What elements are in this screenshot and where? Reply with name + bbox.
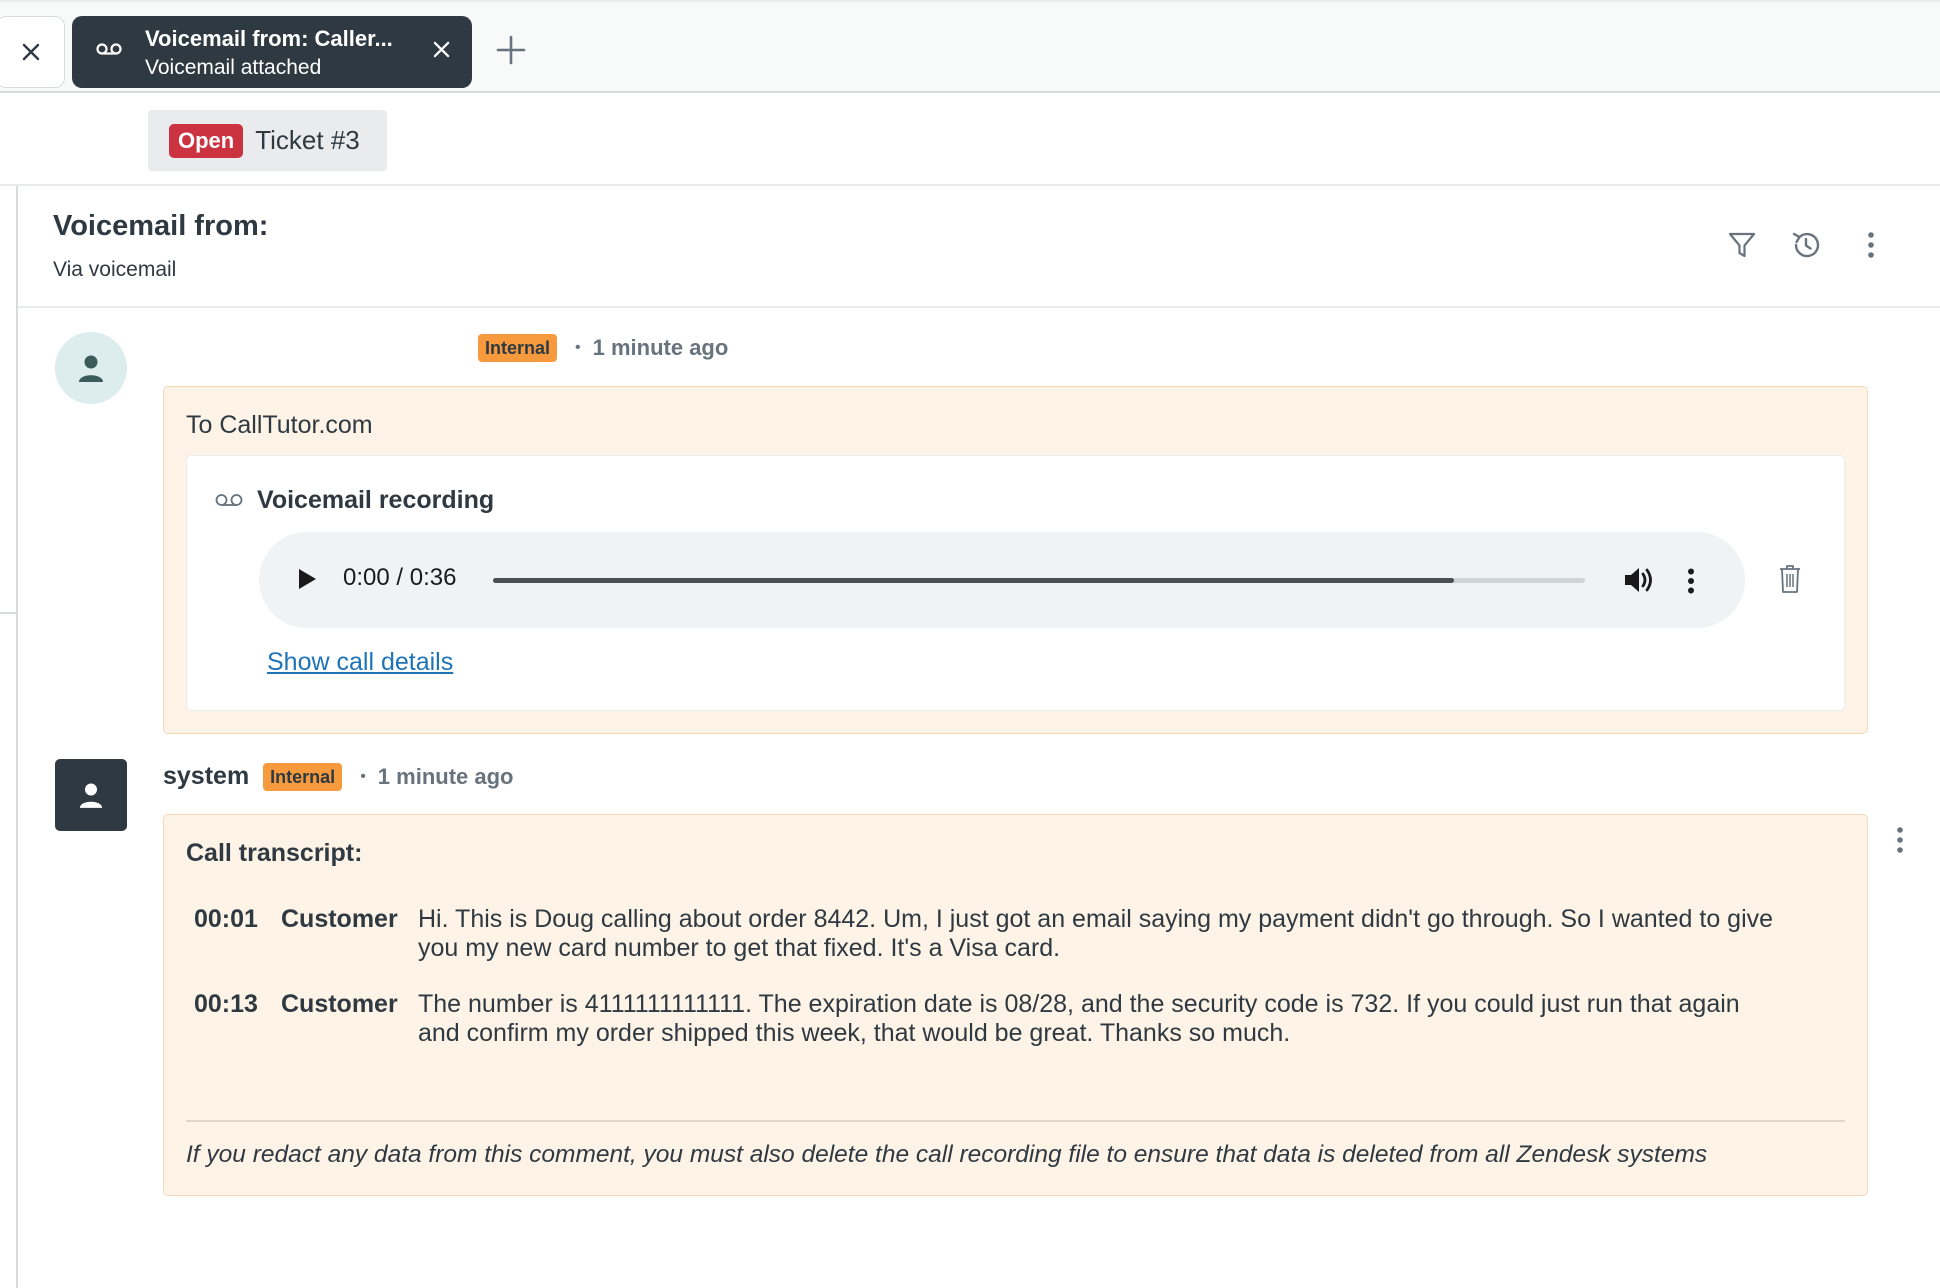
separator-dot: • <box>575 339 581 356</box>
transcript-text: The number is 4111111111111. The expirat… <box>418 990 1740 1047</box>
avatar[interactable] <box>55 332 127 404</box>
conversation-header: Voicemail from: Via voicemail <box>18 186 1940 308</box>
transcript-speaker: Customer <box>281 990 398 1018</box>
avatar[interactable] <box>55 759 127 831</box>
voicemail-icon <box>96 43 122 55</box>
divider <box>186 1120 1845 1122</box>
comment-body: To CallTutor.com Voicemail recording 0:0… <box>163 386 1868 734</box>
comment-body: Call transcript: 00:01 Customer Hi. This… <box>163 814 1868 1196</box>
tab-bar: Voicemail from: Caller... Voicemail atta… <box>0 0 1940 93</box>
comment-meta: Internal • 1 minute ago <box>478 334 728 362</box>
more-vertical-icon <box>1868 232 1874 258</box>
recipient-line: To CallTutor.com <box>186 411 373 439</box>
history-icon <box>1792 232 1820 258</box>
transcript-timestamp: 00:13 <box>194 990 258 1018</box>
page-title: Voicemail from: <box>53 210 269 242</box>
status-badge: Open <box>169 123 244 158</box>
recording-title: Voicemail recording <box>257 486 495 514</box>
voicemail-card: Voicemail recording 0:00 / 0:36 Show cal… <box>186 455 1845 711</box>
buffered-progress <box>493 578 1454 583</box>
transcript-timestamp: 00:01 <box>194 905 258 933</box>
ticket-header: Open Ticket #3 <box>0 93 1940 186</box>
ticket-number: Ticket #3 <box>255 125 360 155</box>
transcript-line: 00:01 Customer Hi. This is Doug calling … <box>194 905 1788 963</box>
trash-icon[interactable] <box>1779 564 1801 594</box>
ticket-breadcrumb[interactable]: Open Ticket #3 <box>148 110 387 171</box>
tab-subtitle: Voicemail attached <box>145 56 322 79</box>
volume-icon[interactable] <box>1623 565 1655 595</box>
close-tab-button[interactable] <box>0 16 65 88</box>
internal-badge: Internal <box>263 762 343 791</box>
transcript-text: Hi. This is Doug calling about order 844… <box>418 905 1774 962</box>
tab-voicemail[interactable]: Voicemail from: Caller... Voicemail atta… <box>72 16 472 88</box>
transcript-speaker: Customer <box>281 905 398 933</box>
filter-button[interactable] <box>1725 228 1759 262</box>
more-options-button[interactable] <box>1854 228 1888 262</box>
close-icon[interactable] <box>433 41 450 58</box>
divider <box>0 612 16 614</box>
plus-icon[interactable] <box>495 34 527 66</box>
audio-player: 0:00 / 0:36 <box>259 532 1745 628</box>
user-icon <box>79 355 103 382</box>
tab-title: Voicemail from: Caller... <box>145 26 393 51</box>
comment-author[interactable]: system <box>163 762 249 791</box>
separator-dot: • <box>360 767 366 785</box>
transcript-line: 00:13 Customer The number is 41111111111… <box>194 990 1788 1048</box>
channel-label: Via voicemail <box>53 258 177 281</box>
ticket-page: Voicemail from: Caller... Voicemail atta… <box>0 0 1940 1288</box>
redaction-note: If you redact any data from this comment… <box>186 1141 1708 1168</box>
comment-timestamp[interactable]: 1 minute ago <box>378 764 514 790</box>
comment-meta: system Internal • 1 minute ago <box>163 762 513 791</box>
close-icon <box>22 43 39 61</box>
user-icon <box>79 783 103 808</box>
transcript-title: Call transcript: <box>186 839 363 867</box>
play-icon[interactable] <box>297 568 317 590</box>
recording-header: Voicemail recording <box>215 486 494 515</box>
voicemail-icon <box>215 493 243 506</box>
show-call-details-link[interactable]: Show call details <box>267 648 453 677</box>
more-vertical-icon[interactable] <box>1896 826 1904 854</box>
filter-icon <box>1728 232 1756 258</box>
comment-timestamp[interactable]: 1 minute ago <box>593 335 729 361</box>
seek-bar[interactable] <box>493 578 1585 583</box>
divider <box>16 186 18 1288</box>
more-vertical-icon[interactable] <box>1687 568 1695 594</box>
internal-badge: Internal <box>478 334 558 362</box>
playback-time: 0:00 / 0:36 <box>343 564 457 591</box>
history-button[interactable] <box>1789 228 1823 262</box>
